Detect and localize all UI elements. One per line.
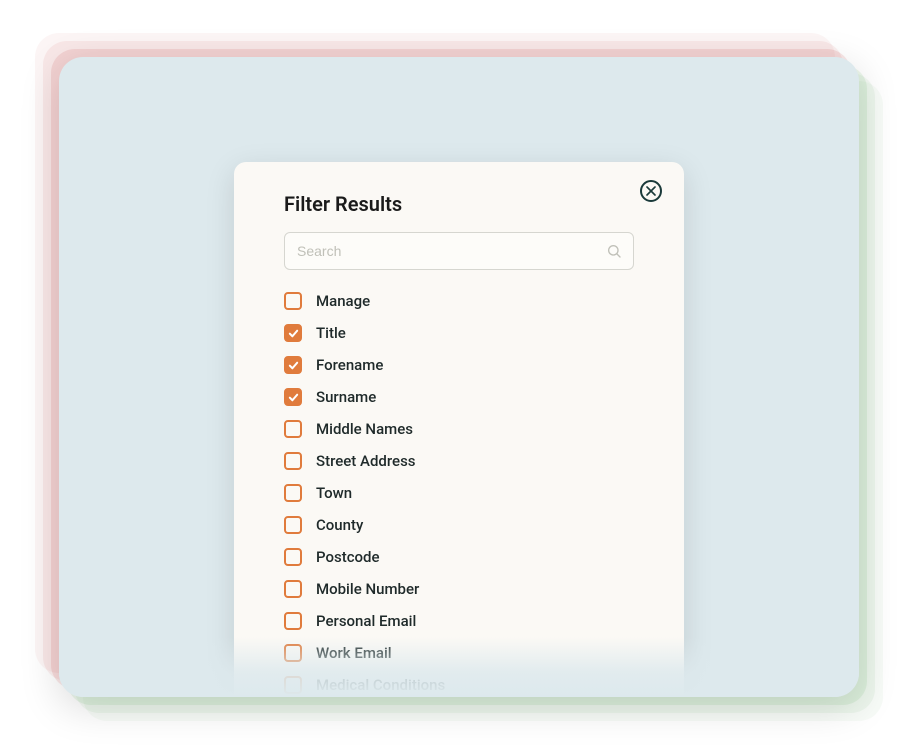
search-input[interactable]	[284, 232, 634, 270]
checkbox[interactable]	[284, 644, 302, 662]
checkbox[interactable]	[284, 356, 302, 374]
search-wrapper	[284, 232, 634, 270]
checkbox[interactable]	[284, 516, 302, 534]
checkbox[interactable]	[284, 452, 302, 470]
filter-label: Middle Names	[316, 420, 413, 438]
filter-item[interactable]: Street Address	[284, 452, 634, 470]
filter-item[interactable]: Postcode	[284, 548, 634, 566]
filter-item[interactable]: Medical Conditions	[284, 676, 634, 694]
checkbox[interactable]	[284, 612, 302, 630]
filter-item[interactable]: Title	[284, 324, 634, 342]
filter-list: Manage Title Forename Surname Middle Names St…	[284, 292, 634, 697]
filter-label: Surname	[316, 388, 376, 406]
filter-item[interactable]: Work Email	[284, 644, 634, 662]
close-button[interactable]	[640, 180, 662, 202]
filter-label: Street Address	[316, 452, 416, 470]
filter-item[interactable]: Town	[284, 484, 634, 502]
checkbox[interactable]	[284, 484, 302, 502]
close-icon	[646, 186, 656, 196]
filter-label: Town	[316, 484, 352, 502]
filter-label: Work Email	[316, 644, 392, 662]
filter-label: Personal Email	[316, 612, 416, 630]
app-background: Filter Results Manage Title Forename Surnam…	[59, 57, 859, 697]
filter-modal: Filter Results Manage Title Forename Surnam…	[234, 162, 684, 697]
checkbox[interactable]	[284, 580, 302, 598]
checkbox[interactable]	[284, 548, 302, 566]
checkbox[interactable]	[284, 676, 302, 694]
filter-label: Postcode	[316, 548, 380, 566]
filter-label: Forename	[316, 356, 383, 374]
filter-item[interactable]: Personal Email	[284, 612, 634, 630]
checkbox[interactable]	[284, 388, 302, 406]
check-icon	[288, 392, 299, 403]
check-icon	[288, 360, 299, 371]
check-icon	[288, 328, 299, 339]
filter-item[interactable]: County	[284, 516, 634, 534]
filter-item[interactable]: Mobile Number	[284, 580, 634, 598]
filter-label: Mobile Number	[316, 580, 419, 598]
filter-label: Medical Conditions	[316, 676, 445, 694]
filter-item[interactable]: Middle Names	[284, 420, 634, 438]
filter-label: County	[316, 516, 363, 534]
filter-item[interactable]: Manage	[284, 292, 634, 310]
filter-item[interactable]: Surname	[284, 388, 634, 406]
filter-label: Title	[316, 324, 346, 342]
checkbox[interactable]	[284, 292, 302, 310]
filter-label: Manage	[316, 292, 370, 310]
checkbox[interactable]	[284, 420, 302, 438]
filter-item[interactable]: Forename	[284, 356, 634, 374]
modal-content: Filter Results Manage Title Forename Surnam…	[234, 192, 684, 697]
modal-title: Filter Results	[284, 192, 634, 216]
checkbox[interactable]	[284, 324, 302, 342]
